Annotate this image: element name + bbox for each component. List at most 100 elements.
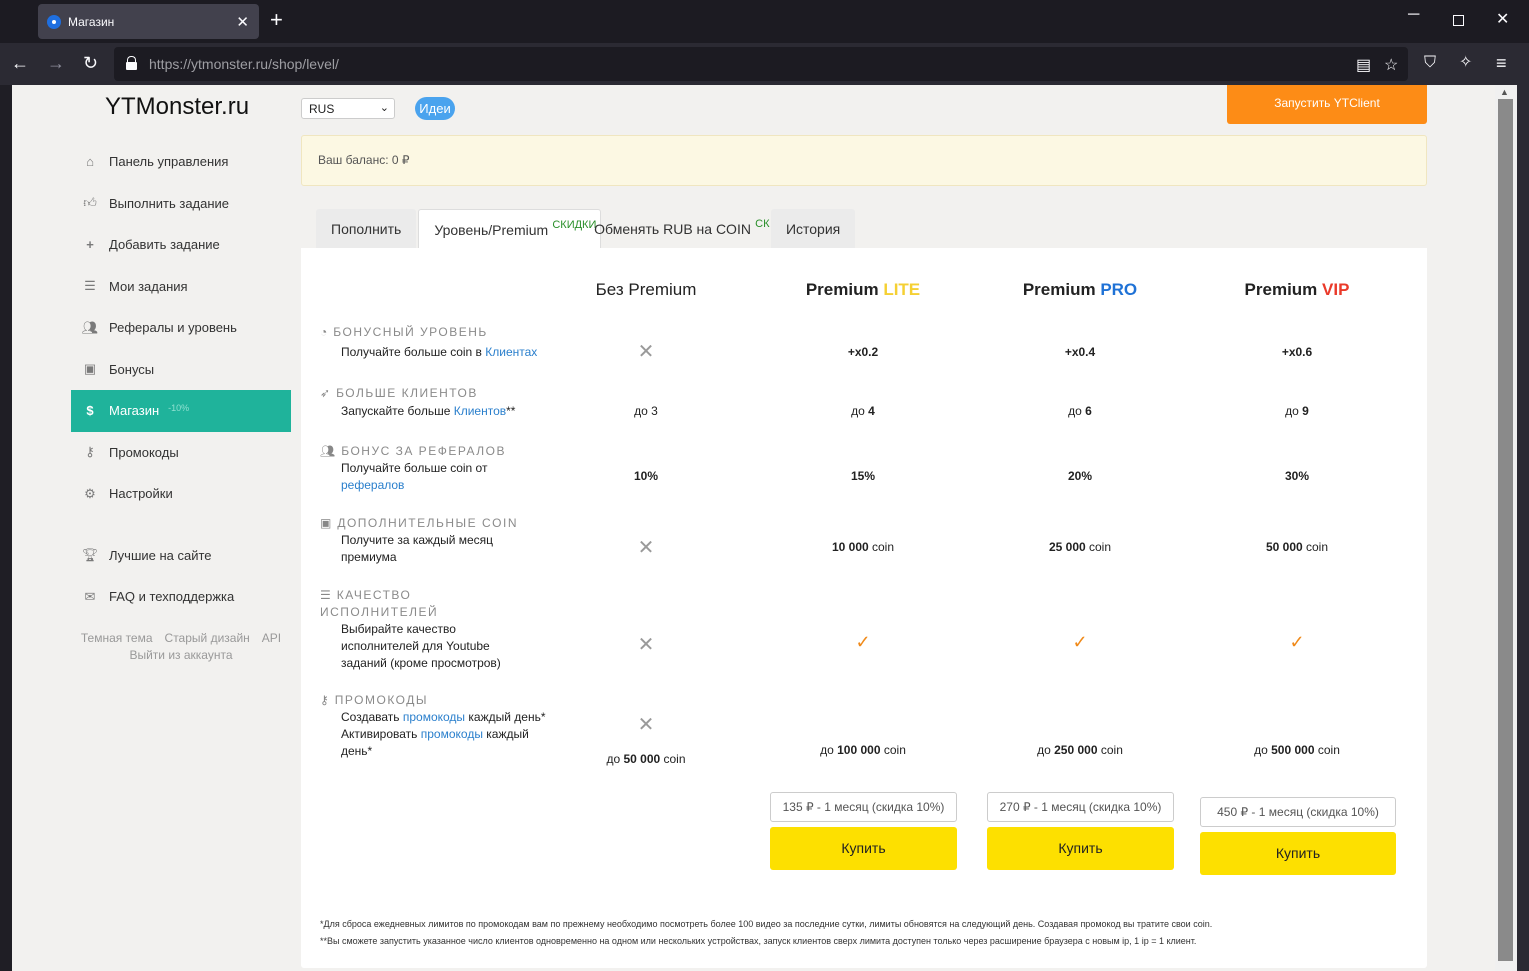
check-icon: ✓	[1072, 632, 1088, 652]
back-icon[interactable]: ←	[11, 53, 29, 73]
cell-quality-none: ✕	[546, 632, 746, 657]
cell-coins-none: ✕	[546, 535, 746, 560]
row-promo-desc: Создавать промокоды каждый день* Активиро…	[341, 710, 546, 758]
run-client-button[interactable]: Запустить YTClient	[1227, 85, 1427, 124]
cell-promo-pro: до 250 000 coin	[1037, 743, 1123, 757]
reader-view-icon[interactable]: ▤	[1356, 55, 1371, 75]
sidebar-item-my-tasks[interactable]: ☰ Мои задания	[71, 266, 291, 308]
shield-icon[interactable]: ⛉	[1424, 53, 1436, 73]
sidebar: ⌂ Панель управления 👍︎ Выполнить задание +…	[71, 141, 291, 664]
pro-period-select[interactable]: 270 ₽ - 1 месяц (скидка 10%)	[987, 792, 1174, 822]
page-scrollbar[interactable]: ▲	[1495, 85, 1517, 971]
bookmark-star-icon[interactable]: ☆	[1384, 55, 1398, 75]
premium-panel: Без Premium Premium LITE Premium PRO Pre…	[301, 248, 1427, 968]
cell-coins-vip: 50 000 coin	[1265, 540, 1329, 554]
lite-period-select[interactable]: 135 ₽ - 1 месяц (скидка 10%)	[770, 792, 957, 822]
maximize-icon[interactable]	[1453, 15, 1464, 26]
sidebar-item-add-task[interactable]: + Добавить задание	[71, 224, 291, 266]
tab-history[interactable]: История	[770, 209, 856, 248]
balance-bar: Ваш баланс: 0 ₽	[301, 135, 1427, 186]
close-tab-icon[interactable]: ✕	[236, 13, 249, 31]
check-icon: ✓	[1289, 632, 1305, 652]
sidebar-item-faq[interactable]: ✉ FAQ и техподдержка	[71, 576, 291, 618]
x-icon: ✕	[637, 634, 655, 656]
row-clients-desc: Запускайте больше Клиентов**	[341, 404, 516, 418]
cell-ref-pro: 20%	[1067, 469, 1093, 483]
dollar-icon: $	[86, 403, 94, 419]
reload-icon[interactable]: ↻	[83, 53, 98, 73]
row-bonus-title: ◔ Бонусный уровень	[320, 325, 488, 339]
shop-tabs: Пополнить Уровень/Premium СКИДКИ Обменять…	[316, 209, 857, 248]
promocodes-link[interactable]: промокоды	[421, 727, 483, 741]
list-icon: ☰	[320, 588, 331, 602]
tab-exchange[interactable]: Обменять RUB на COIN СК	[579, 209, 769, 248]
sidebar-item-dashboard[interactable]: ⌂ Панель управления	[71, 141, 291, 183]
users-icon: 👥︎	[320, 444, 336, 458]
scroll-up-icon[interactable]: ▲	[1500, 87, 1509, 97]
list-icon: ☰	[84, 278, 96, 294]
tab-level-premium[interactable]: Уровень/Premium СКИДКИ	[418, 209, 602, 248]
minimize-icon[interactable]: ─	[1408, 6, 1419, 24]
browser-tab-bar: Магазин ✕ + ─ ✕	[0, 0, 1529, 43]
sidebar-footer: Темная тема Старый дизайн API Выйти из акк…	[71, 630, 291, 664]
sidebar-item-referrals[interactable]: 👥︎ Рефералы и уровень	[71, 307, 291, 349]
new-tab-icon[interactable]: +	[270, 9, 283, 31]
promocodes-link[interactable]: промокоды	[403, 710, 465, 724]
cell-quality-pro: ✓	[980, 632, 1180, 653]
cell-clients-vip: до 9	[1285, 404, 1309, 418]
menu-icon[interactable]: ≡	[1496, 53, 1507, 73]
scrollbar-thumb[interactable]	[1498, 99, 1513, 961]
cell-clients-pro: до 6	[1068, 404, 1092, 418]
address-bar[interactable]: https://ytmonster.ru/shop/level/ ▤ ☆	[114, 47, 1408, 81]
sidebar-item-top[interactable]: 🏆︎ Лучшие на сайте	[71, 535, 291, 577]
sidebar-item-bonuses[interactable]: ▣ Бонусы	[71, 349, 291, 391]
row-quality-title: ☰ Качество исполнителей	[320, 588, 439, 619]
cell-quality-lite: ✓	[763, 632, 963, 653]
sidebar-item-do-task[interactable]: 👍︎ Выполнить задание	[71, 183, 291, 225]
cell-coins-pro: 25 000 coin	[1048, 540, 1112, 554]
money-icon: ▣	[320, 516, 332, 530]
extensions-icon[interactable]: ✧	[1459, 53, 1472, 73]
buy-lite-button[interactable]: Купить	[770, 827, 957, 870]
tab-exchange-badge: СК	[755, 218, 770, 230]
page-content: YTMonster.ru RUS ⌄ Идеи Запустить YTClien…	[12, 85, 1495, 971]
envelope-icon: ✉	[84, 588, 96, 604]
vip-period-select[interactable]: 450 ₽ - 1 месяц (скидка 10%)	[1200, 797, 1396, 827]
ideas-badge[interactable]: Идеи	[415, 97, 455, 120]
check-icon: ✓	[855, 632, 871, 652]
cell-bonus-pro: +x0.4	[1064, 345, 1096, 359]
cell-coins-lite: 10 000 coin	[831, 540, 895, 554]
sidebar-item-promocodes[interactable]: ⚷ Промокоды	[71, 432, 291, 474]
key-icon: ⚷	[320, 693, 329, 707]
logout-link[interactable]: Выйти из аккаунта	[71, 647, 291, 664]
cell-promo-none-x: ✕	[546, 712, 746, 737]
cell-clients-none: до 3	[634, 404, 658, 418]
buy-vip-button[interactable]: Купить	[1200, 832, 1396, 875]
clients-link[interactable]: Клиентах	[485, 345, 537, 359]
cell-quality-vip: ✓	[1197, 632, 1397, 653]
cell-ref-none: 10%	[633, 469, 659, 483]
cell-ref-lite: 15%	[850, 469, 876, 483]
sidebar-item-settings[interactable]: ⚙ Настройки	[71, 473, 291, 515]
tab-topup[interactable]: Пополнить	[316, 209, 417, 248]
old-design-link[interactable]: Старый дизайн	[165, 631, 250, 645]
browser-tab[interactable]: Магазин ✕	[38, 4, 259, 39]
chevron-down-icon: ⌄	[379, 102, 389, 114]
col-premium-vip: Premium VIP	[1244, 280, 1350, 299]
dark-theme-link[interactable]: Темная тема	[81, 631, 153, 645]
forward-icon[interactable]: →	[47, 53, 65, 73]
cell-bonus-lite: +x0.2	[847, 345, 879, 359]
clients-link[interactable]: Клиентов	[454, 404, 506, 418]
buy-pro-button[interactable]: Купить	[987, 827, 1174, 870]
language-select[interactable]: RUS ⌄	[301, 98, 395, 119]
cell-clients-lite: до 4	[851, 404, 875, 418]
row-quality-desc: Выбирайте качество исполнителей для Yout…	[341, 622, 501, 670]
col-premium-pro: Premium PRO	[1022, 280, 1138, 299]
sidebar-item-shop[interactable]: $ Магазин -10%	[71, 390, 291, 432]
row-clients-title: ➶ Больше клиентов	[320, 386, 478, 400]
site-logo[interactable]: YTMonster.ru	[105, 93, 249, 121]
close-window-icon[interactable]: ✕	[1496, 9, 1509, 29]
referrals-link[interactable]: рефералов	[341, 478, 404, 492]
api-link[interactable]: API	[262, 631, 281, 645]
key-icon: ⚷	[85, 444, 95, 460]
